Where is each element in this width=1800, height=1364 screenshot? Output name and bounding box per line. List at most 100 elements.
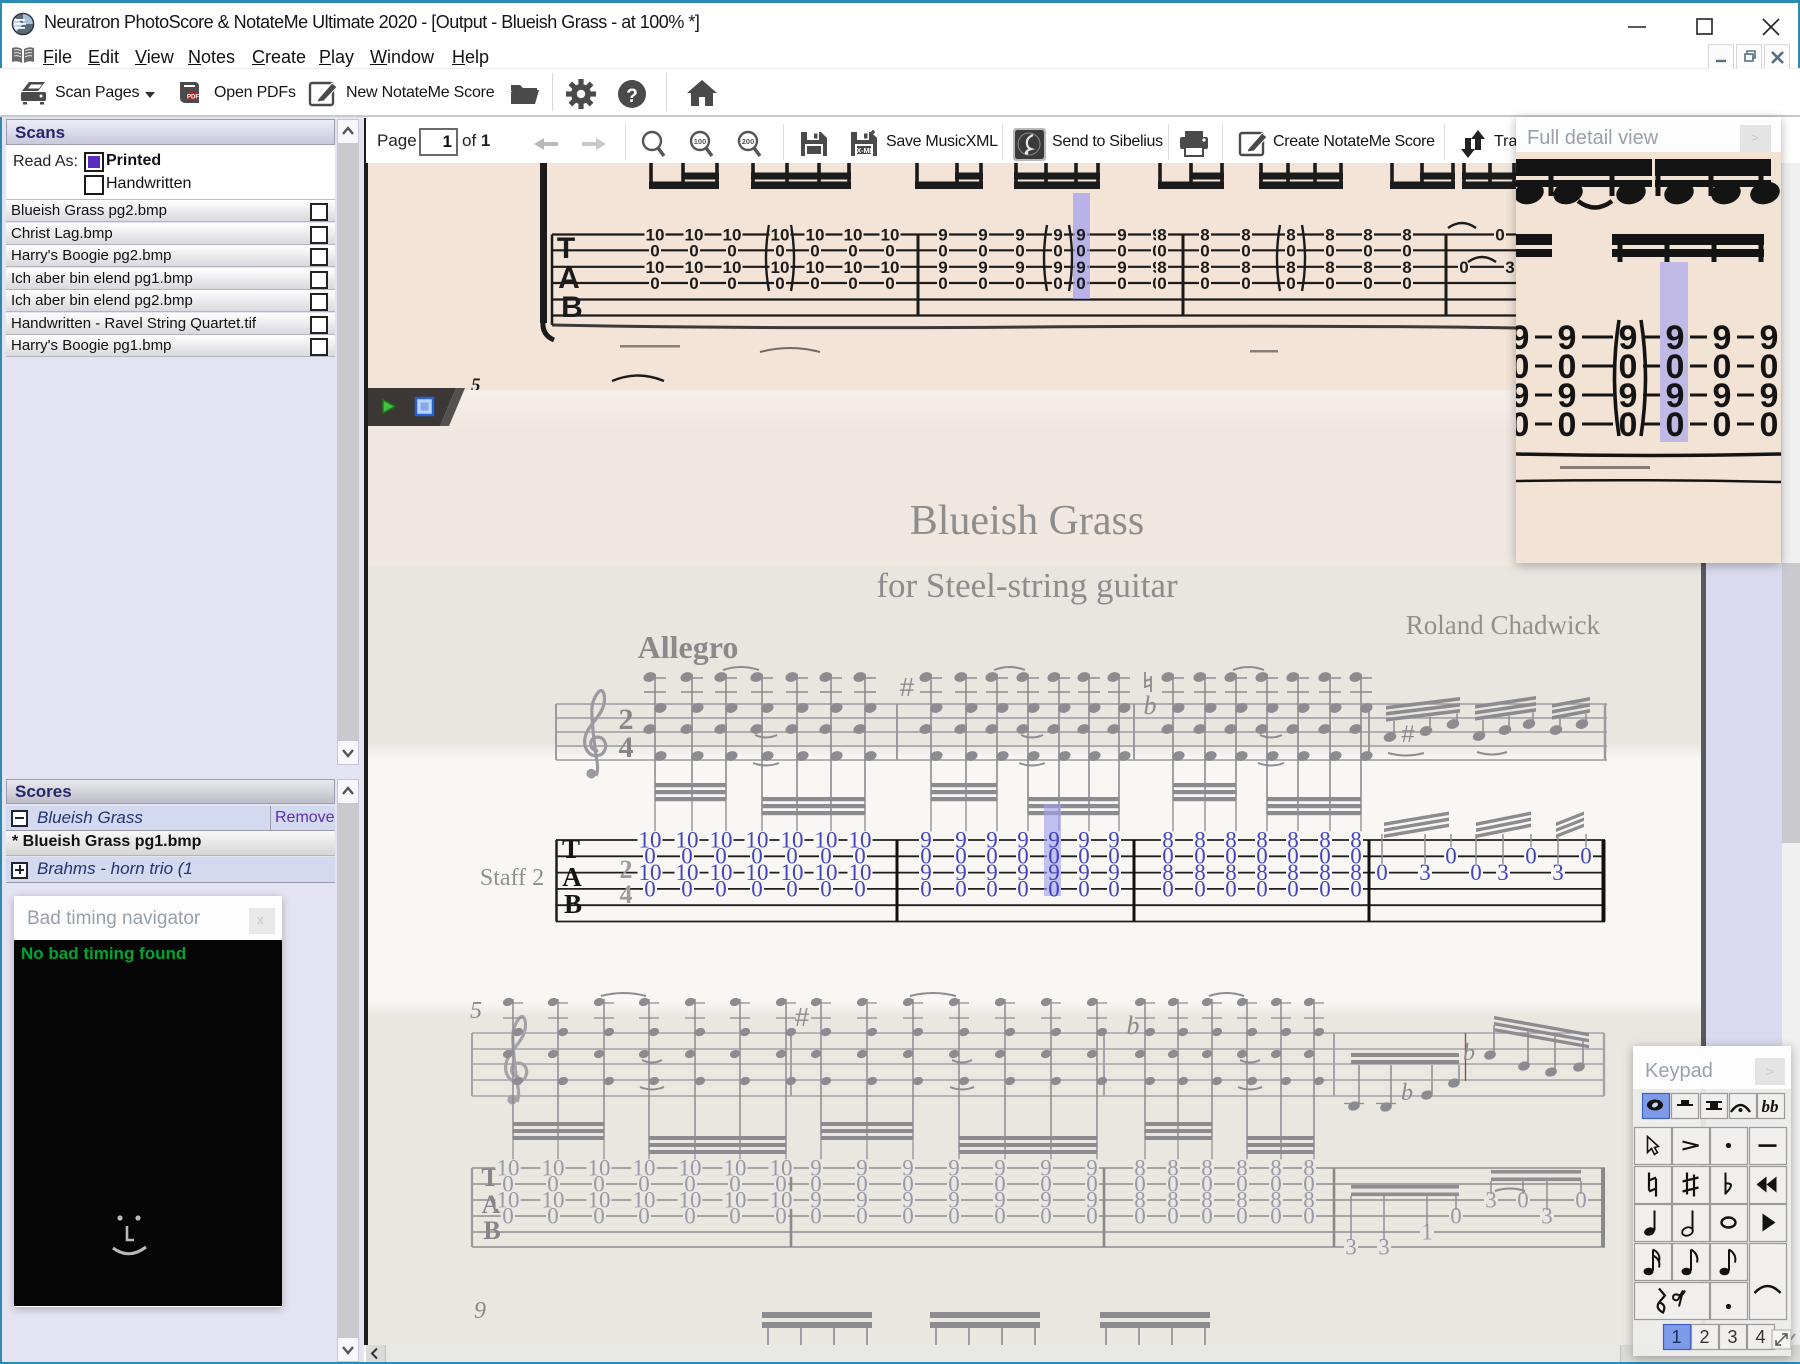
svg-text:0: 0 [1287, 876, 1299, 901]
svg-text:0: 0 [1017, 876, 1029, 901]
svg-text:0: 0 [955, 876, 967, 901]
svg-text:0: 0 [1376, 860, 1388, 885]
svg-text:0: 0 [1015, 274, 1024, 293]
svg-text:0: 0 [1194, 876, 1206, 901]
svg-text:0: 0 [1525, 844, 1537, 869]
svg-text:0: 0 [775, 1203, 787, 1228]
svg-text:0: 0 [986, 876, 998, 901]
svg-text:0: 0 [1225, 876, 1237, 901]
svg-text:0: 0 [1325, 274, 1334, 293]
svg-text:0: 0 [729, 1203, 741, 1228]
svg-text:T: T [562, 834, 580, 864]
svg-text:0: 0 [1363, 274, 1372, 293]
svg-text:0: 0 [727, 274, 736, 293]
svg-text:0: 0 [1580, 844, 1592, 869]
svg-text:Staff 2: Staff 2 [480, 865, 544, 891]
svg-text:0: 0 [1040, 1203, 1052, 1228]
svg-text:3: 3 [1552, 860, 1564, 885]
svg-text:B: B [564, 889, 582, 919]
svg-text:4: 4 [619, 731, 634, 764]
svg-text:9: 9 [474, 1298, 486, 1324]
svg-text:0: 0 [1117, 274, 1126, 293]
svg-text:0: 0 [684, 1203, 696, 1228]
svg-text:0: 0 [1319, 876, 1331, 901]
svg-text:0: 0 [994, 1203, 1006, 1228]
svg-text:0: 0 [547, 1203, 559, 1228]
svg-text:0: 0 [1078, 876, 1090, 901]
svg-text:5: 5 [470, 998, 482, 1024]
svg-text:B: B [483, 1216, 500, 1245]
svg-text:0: 0 [1256, 876, 1268, 901]
svg-text:#: # [1401, 721, 1415, 748]
svg-text:0: 0 [902, 1203, 914, 1228]
svg-text:0: 0 [1470, 860, 1482, 885]
svg-text:0: 0 [1236, 1203, 1248, 1228]
svg-text:1: 1 [1671, 1327, 1681, 1347]
svg-text:3: 3 [1419, 860, 1431, 885]
svg-text:0: 0 [1108, 876, 1120, 901]
svg-text:0: 0 [820, 876, 832, 901]
svg-text:0: 0 [1134, 1203, 1146, 1228]
svg-text:0: 0 [751, 876, 763, 901]
svg-text:#: # [900, 672, 915, 702]
svg-text:0: 0 [1350, 876, 1362, 901]
svg-text:0: 0 [1619, 406, 1638, 444]
svg-text:Keypad: Keypad [1645, 1060, 1713, 1082]
svg-text:0: 0 [1167, 1203, 1179, 1228]
svg-text:0: 0 [775, 274, 784, 293]
svg-text:0: 0 [1459, 258, 1468, 277]
svg-text:0: 0 [689, 274, 698, 293]
svg-text:T: T [557, 232, 575, 265]
svg-text:0: 0 [920, 876, 932, 901]
svg-text:2: 2 [1699, 1327, 1709, 1347]
svg-text:0: 0 [1157, 274, 1166, 293]
svg-text:0: 0 [1076, 274, 1085, 293]
svg-text:0: 0 [1558, 406, 1577, 444]
svg-text:0: 0 [948, 1203, 960, 1228]
svg-text:0: 0 [885, 274, 894, 293]
svg-text:0: 0 [810, 274, 819, 293]
svg-text:?: ? [626, 86, 638, 107]
svg-text:0: 0 [1241, 274, 1250, 293]
svg-text:0: 0 [681, 876, 693, 901]
svg-text:0: 0 [644, 876, 656, 901]
svg-text:X-ML: X-ML [856, 148, 874, 155]
svg-text:0: 0 [1200, 274, 1209, 293]
svg-text:0: 0 [1270, 1203, 1282, 1228]
svg-text:0: 0 [848, 274, 857, 293]
svg-text:3: 3 [1497, 860, 1509, 885]
svg-text:for Steel-string guitar: for Steel-string guitar [876, 566, 1178, 605]
svg-text:0: 0 [502, 1203, 514, 1228]
svg-text:0: 0 [1666, 406, 1685, 444]
svg-text:Allegro: Allegro [638, 629, 739, 665]
svg-text:Blueish Grass: Blueish Grass [910, 498, 1145, 544]
svg-text:0: 0 [810, 1203, 822, 1228]
svg-text:Roland Chadwick: Roland Chadwick [1406, 610, 1601, 640]
svg-text:0: 0 [715, 876, 727, 901]
svg-text:3: 3 [1505, 258, 1514, 277]
svg-text:0: 0 [650, 274, 659, 293]
svg-text:0: 0 [1162, 876, 1174, 901]
svg-text:0: 0 [1516, 406, 1529, 444]
svg-text:b: b [1463, 1040, 1475, 1066]
svg-text:0: 0 [854, 876, 866, 901]
svg-text:b: b [1127, 1011, 1140, 1040]
svg-text:0: 0 [1053, 274, 1062, 293]
svg-text:0: 0 [1445, 844, 1457, 869]
svg-text:0: 0 [1303, 1203, 1315, 1228]
svg-text:0: 0 [1713, 406, 1732, 444]
svg-text:0: 0 [786, 876, 798, 901]
svg-text:0: 0 [1086, 1203, 1098, 1228]
svg-text:4: 4 [1755, 1327, 1765, 1347]
svg-text:b: b [1401, 1080, 1413, 1106]
svg-text:0: 0 [978, 274, 987, 293]
svg-text:PDF: PDF [187, 95, 199, 101]
svg-text:100: 100 [694, 137, 707, 146]
svg-text:0: 0 [1286, 274, 1295, 293]
svg-text:4: 4 [620, 880, 633, 909]
svg-text:bb: bb [1762, 1097, 1779, 1116]
svg-text:B: B [561, 291, 583, 324]
svg-text:0: 0 [1495, 226, 1504, 245]
svg-text:0: 0 [1201, 1203, 1213, 1228]
svg-text:b: b [1144, 691, 1157, 720]
